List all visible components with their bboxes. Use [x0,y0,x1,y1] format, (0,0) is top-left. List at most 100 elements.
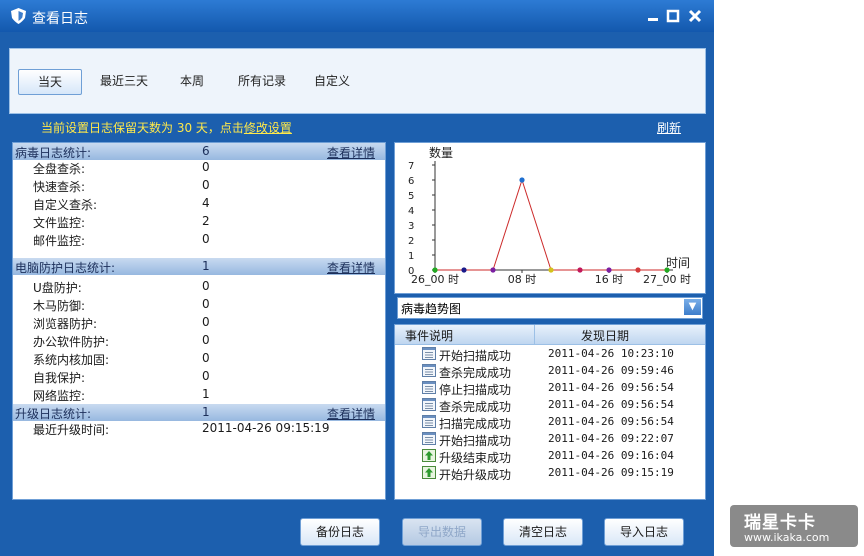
tab-last-three-days[interactable]: 最近三天 [90,69,158,93]
x-axis-label: 时间 [666,256,690,270]
data-point [461,267,467,273]
event-date: 2011-04-26 09:59:46 [548,364,674,377]
y-tick-label: 6 [408,176,414,187]
close-icon[interactable] [688,9,702,23]
watermark: 瑞星卡卡 www.ikaka.com [730,505,858,547]
event-name: 开始扫描成功 [439,434,512,448]
tab-today[interactable]: 当天 [18,69,82,95]
stat-label: 快速查杀: [33,180,86,194]
column-discovery-date[interactable]: 发现日期 [581,327,629,344]
event-name: 查杀完成成功 [439,366,512,380]
upgrade-icon [422,466,436,479]
x-tick-label: 16 时 [595,273,624,286]
watermark-url: www.ikaka.com [744,531,830,544]
stat-count: 0 [202,232,210,246]
stat-value: 2011-04-26 09:15:19 [202,421,330,435]
stat-label: 全盘查杀: [33,162,86,176]
list-icon [422,381,436,394]
y-axis-label: 数量 [429,145,453,160]
tab-all-records[interactable]: 所有记录 [232,69,292,93]
event-date: 2011-04-26 09:15:19 [548,466,674,479]
stat-count: 2 [202,214,210,228]
tab-custom[interactable]: 自定义 [308,69,356,93]
trend-chart: 数量 时间 0 1 2 3 4 5 6 7 26_00 时 08 时 16 时 27_00 时 [394,142,706,294]
x-tick-label: 26_00 时 [411,273,459,286]
event-name: 开始扫描成功 [439,349,512,363]
virus-log-header: 病毒日志统计: 6 查看详情 [13,143,385,160]
view-details-link[interactable]: 查看详情 [327,405,375,422]
stat-label: 木马防御: [33,299,86,313]
event-name: 开始升级成功 [439,468,512,482]
event-date: 2011-04-26 09:56:54 [548,398,674,411]
stat-label: 系统内核加固: [33,353,110,367]
tab-this-week[interactable]: 本周 [170,69,214,93]
clear-log-button[interactable]: 清空日志 [503,518,583,546]
shield-icon [11,8,26,24]
event-date: 2011-04-26 09:56:54 [548,415,674,428]
event-row[interactable]: 开始扫描成功 2011-04-26 09:22:07 [395,431,705,448]
list-icon [422,432,436,445]
event-row[interactable]: 开始升级成功 2011-04-26 09:15:19 [395,465,705,482]
stat-count: 0 [202,160,210,174]
view-details-link[interactable]: 查看详情 [327,144,375,161]
column-event-description[interactable]: 事件说明 [405,327,453,344]
section-count: 1 [202,259,210,273]
y-tick-label: 2 [408,236,414,247]
data-point [577,267,583,273]
event-row[interactable]: 扫描完成成功 2011-04-26 09:56:54 [395,414,705,431]
event-name: 扫描完成成功 [439,417,512,431]
x-tick-label: 27_00 时 [643,273,691,286]
event-row[interactable]: 查杀完成成功 2011-04-26 09:56:54 [395,397,705,414]
event-date: 2011-04-26 09:22:07 [548,432,674,445]
list-icon [422,364,436,377]
list-icon [422,415,436,428]
section-label: 病毒日志统计: [15,146,92,160]
minimize-icon[interactable] [646,9,660,23]
log-viewer-window: 查看日志 当天 最近三天 本周 所有记录 自定义 当前设置日志保留天数为 30 … [0,0,714,556]
stat-count: 0 [202,315,210,329]
stat-label: 文件监控: [33,216,86,230]
stat-count: 0 [202,178,210,192]
import-log-button[interactable]: 导入日志 [604,518,684,546]
trend-type-select[interactable]: 病毒趋势图 ▼ [397,297,703,319]
stat-label: 浏览器防护: [33,317,98,331]
retention-text: 当前设置日志保留天数为 30 天，点击 [41,121,244,135]
event-list-header: 事件说明 发现日期 [395,325,705,345]
event-name: 查杀完成成功 [439,400,512,414]
trend-select-value: 病毒趋势图 [401,302,462,316]
event-row[interactable]: 停止扫描成功 2011-04-26 09:56:54 [395,380,705,397]
event-row[interactable]: 查杀完成成功 2011-04-26 09:59:46 [395,363,705,380]
maximize-icon[interactable] [666,9,680,23]
event-name: 停止扫描成功 [439,383,512,397]
title-bar[interactable]: 查看日志 [0,0,714,32]
column-divider [534,325,535,344]
list-icon [422,398,436,411]
protection-log-header: 电脑防护日志统计: 1 查看详情 [13,258,385,275]
stat-count: 4 [202,196,210,210]
event-list: 事件说明 发现日期 开始扫描成功 2011-04-26 10:23:10 查杀完成成… [394,324,706,500]
event-row[interactable]: 开始扫描成功 2011-04-26 10:23:10 [395,346,705,363]
export-data-button[interactable]: 导出数据 [402,518,482,546]
data-point [635,267,641,273]
stat-label: 最近升级时间: [33,423,110,437]
section-count: 1 [202,405,210,419]
event-row[interactable]: 升级结束成功 2011-04-26 09:16:04 [395,448,705,465]
stat-count: 0 [202,297,210,311]
stats-panel: 病毒日志统计: 6 查看详情 全盘查杀: 0 快速查杀: 0 自定义查杀: 4 文件监… [12,142,386,500]
view-details-link[interactable]: 查看详情 [327,259,375,276]
data-point [664,267,670,273]
upgrade-icon [422,449,436,462]
date-range-tabs: 当天 最近三天 本周 所有记录 自定义 [9,48,706,114]
modify-settings-link[interactable]: 修改设置 [244,121,292,135]
trend-chart-svg: 数量时间0123456726_00 时 08 时 16 时 27_00 时 [408,145,691,286]
section-label: 升级日志统计: [15,407,92,421]
dropdown-arrow-icon[interactable]: ▼ [684,299,701,315]
y-tick-label: 1 [408,251,414,262]
refresh-link[interactable]: 刷新 [657,119,681,136]
stat-label: U盘防护: [33,281,82,295]
backup-log-button[interactable]: 备份日志 [300,518,380,546]
y-tick-label: 7 [408,161,414,172]
y-tick-label: 4 [408,206,414,217]
stat-label: 邮件监控: [33,234,86,248]
watermark-title: 瑞星卡卡 [744,513,816,533]
